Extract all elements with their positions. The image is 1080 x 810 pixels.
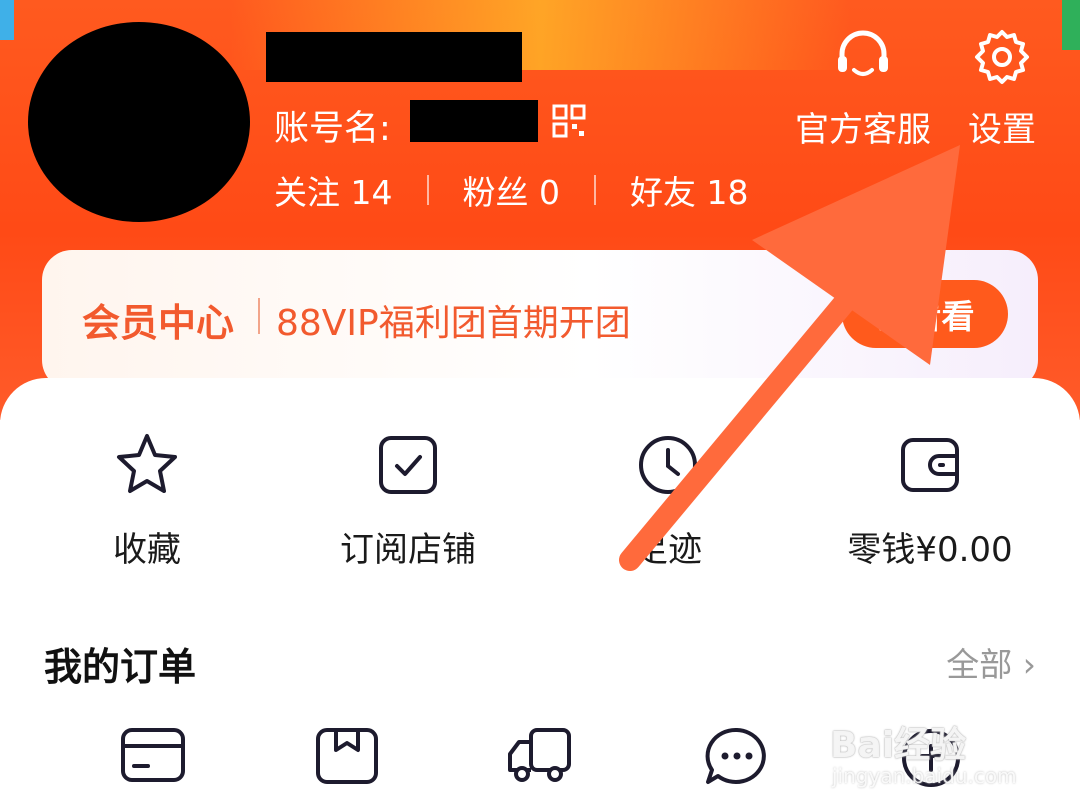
orders-title: 我的订单 — [44, 645, 197, 689]
quick-link-label: 零钱¥0.00 — [847, 530, 1013, 570]
qr-code-icon[interactable] — [552, 104, 586, 138]
vip-banner[interactable]: 会员中心 88VIP福利团首期开团 去看看 — [42, 250, 1038, 390]
settings-button[interactable]: 设置 — [962, 26, 1042, 151]
customer-service-label: 官方客服 — [795, 110, 931, 150]
quick-link-wallet[interactable]: 零钱¥0.00 — [830, 430, 1030, 571]
quick-link-label: 收藏 — [113, 530, 181, 570]
orders-view-all[interactable]: 全部 › — [946, 638, 1036, 686]
stat-divider — [594, 175, 596, 205]
package-icon[interactable] — [312, 724, 382, 788]
profile-stats: 关注 14 粉丝 0 好友 18 — [274, 168, 749, 212]
chevron-right-icon: › — [1022, 645, 1036, 684]
clock-icon — [639, 436, 697, 494]
header-edge-decoration — [0, 0, 14, 40]
avatar[interactable] — [28, 22, 250, 222]
customer-service-button[interactable]: 官方客服 — [790, 26, 936, 151]
account-name-label: 账号名: — [274, 109, 391, 149]
payment-card-icon[interactable] — [118, 724, 188, 788]
vip-title: 会员中心 — [82, 301, 235, 345]
headset-icon — [838, 30, 888, 76]
wallet-icon — [901, 438, 959, 492]
settings-label: 设置 — [968, 110, 1036, 150]
profile-header: 账号名: 关注 14 粉丝 0 好友 18 官方客服 设置 会员中心 88VIP… — [0, 0, 1080, 420]
vip-go-button[interactable]: 去看看 — [842, 280, 1008, 348]
gear-icon — [975, 30, 1029, 84]
watermark-url: jingyan.baidu.com — [832, 764, 1017, 788]
stat-divider — [426, 175, 429, 205]
vip-divider — [258, 298, 260, 334]
username-redacted — [266, 32, 522, 82]
stat-fans[interactable]: 粉丝 0 — [463, 166, 561, 214]
quick-link-label: 订阅店铺 — [340, 530, 476, 570]
account-name-redacted — [410, 100, 538, 142]
checkbox-icon — [379, 436, 437, 494]
quick-link-footprint[interactable]: 足迹 — [568, 430, 768, 571]
quick-link-favorites[interactable]: 收藏 — [47, 430, 247, 571]
star-icon — [117, 434, 177, 493]
quick-link-subscribed-shops[interactable]: 订阅店铺 — [308, 430, 508, 571]
watermark-logo: Bai经验 — [830, 725, 967, 766]
orders-view-all-label: 全部 — [946, 645, 1013, 684]
stat-following[interactable]: 关注 14 — [274, 166, 393, 214]
vip-promo-text: 88VIP福利团首期开团 — [276, 303, 631, 344]
chat-bubble-icon[interactable] — [702, 724, 772, 788]
quick-link-label: 足迹 — [634, 530, 702, 570]
header-edge-decoration — [1062, 0, 1080, 50]
truck-icon[interactable] — [505, 724, 575, 788]
stat-friends[interactable]: 好友 18 — [630, 166, 749, 214]
